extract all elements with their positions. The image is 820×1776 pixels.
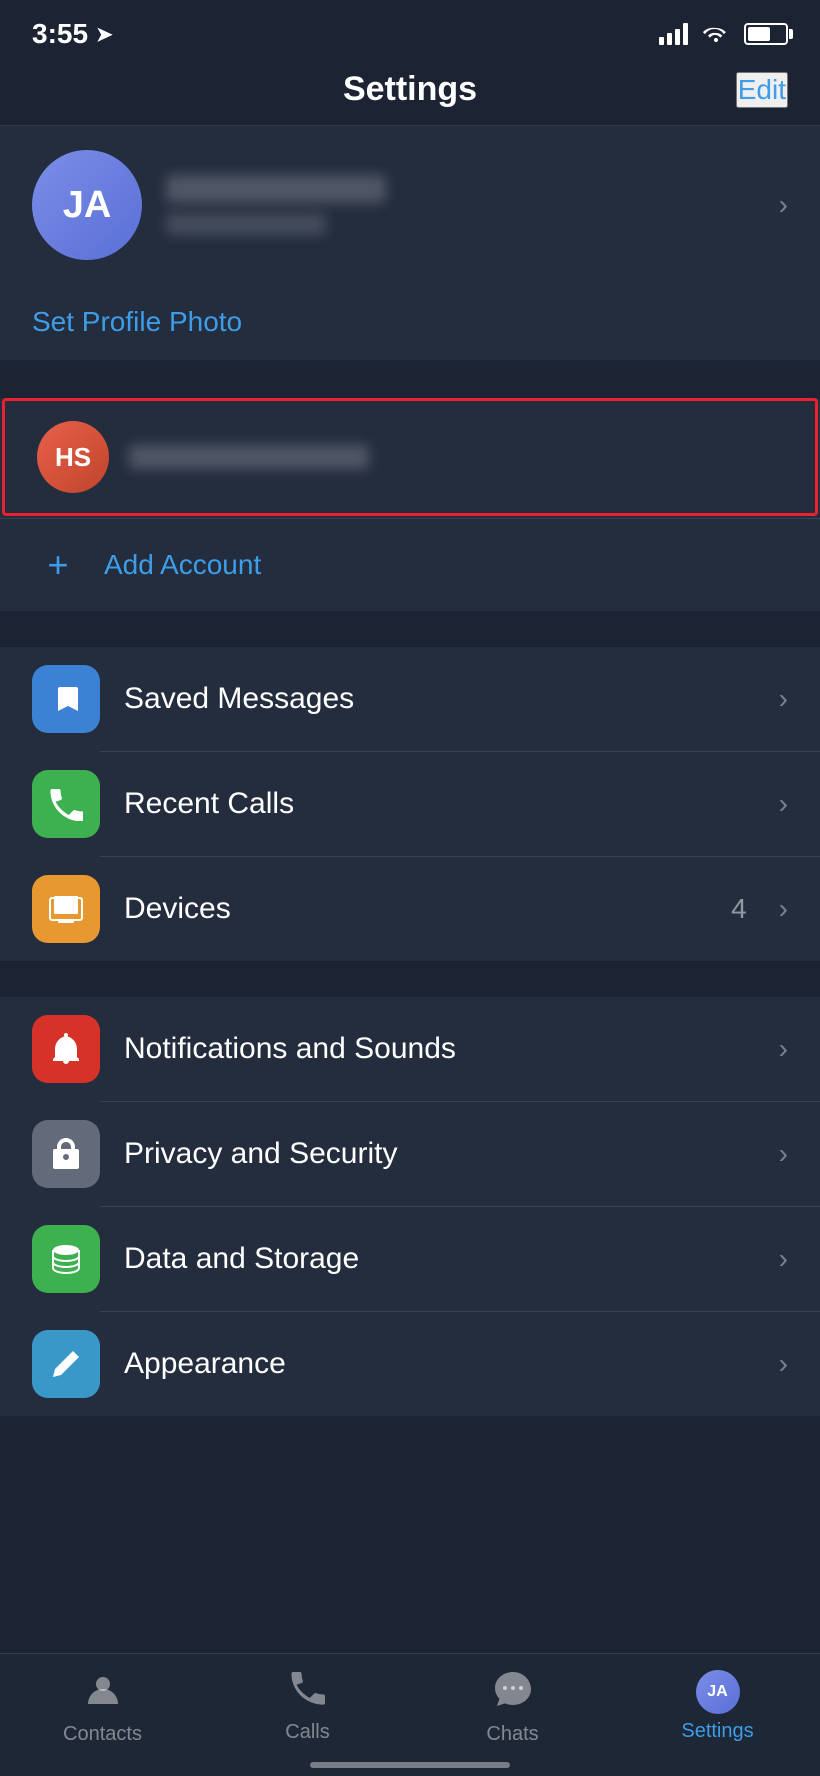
profile-info [166, 175, 755, 235]
menu-item-saved-messages[interactable]: Saved Messages › [0, 647, 820, 751]
chats-tab-icon [493, 1670, 533, 1717]
menu-group-1: Saved Messages › Recent Calls › Devices … [0, 647, 820, 961]
recent-calls-icon [32, 770, 100, 838]
tab-contacts[interactable]: Contacts [0, 1670, 205, 1746]
status-icons [659, 20, 788, 48]
settings-tab-avatar: JA [696, 1670, 740, 1714]
tab-settings[interactable]: JA Settings [615, 1670, 820, 1746]
menu-item-recent-calls[interactable]: Recent Calls › [0, 752, 820, 856]
edit-button[interactable]: Edit [736, 72, 788, 108]
devices-icon [32, 875, 100, 943]
privacy-label: Privacy and Security [124, 1137, 755, 1171]
appearance-icon [32, 1330, 100, 1398]
appearance-label: Appearance [124, 1347, 755, 1381]
chats-tab-label: Chats [486, 1723, 538, 1746]
settings-tab-label: Settings [681, 1720, 753, 1743]
second-account-avatar: HS [37, 421, 109, 493]
nav-bar: Settings Edit [0, 60, 820, 125]
menu-item-notifications[interactable]: Notifications and Sounds › [0, 997, 820, 1101]
contacts-tab-label: Contacts [63, 1723, 142, 1746]
calls-tab-icon [290, 1670, 326, 1715]
add-account-icon: + [32, 539, 84, 591]
tab-bar: Contacts Calls Chats JA Settings [0, 1653, 820, 1776]
home-indicator [310, 1762, 510, 1768]
devices-badge: 4 [731, 893, 747, 925]
profile-phone-blurred [166, 213, 326, 235]
data-storage-label: Data and Storage [124, 1242, 755, 1276]
privacy-icon [32, 1120, 100, 1188]
page-bottom-pad [0, 1416, 820, 1576]
accounts-section: HS + Add Account [0, 398, 820, 611]
menu-group-2: Notifications and Sounds › Privacy and S… [0, 997, 820, 1416]
contacts-tab-icon [84, 1670, 122, 1717]
set-profile-photo-section: Set Profile Photo [0, 284, 820, 360]
battery-icon [744, 23, 788, 45]
second-account-name-blurred [129, 445, 369, 469]
signal-bars [659, 23, 688, 45]
profile-name-blurred [166, 175, 386, 203]
section-gap-1 [0, 360, 820, 396]
menu-item-privacy[interactable]: Privacy and Security › [0, 1102, 820, 1206]
wifi-icon [702, 20, 730, 48]
notifications-label: Notifications and Sounds [124, 1032, 755, 1066]
time-display: 3:55 [32, 18, 88, 50]
calls-tab-label: Calls [285, 1721, 329, 1744]
profile-avatar: JA [32, 150, 142, 260]
add-account-row[interactable]: + Add Account [0, 519, 820, 611]
recent-calls-label: Recent Calls [124, 787, 755, 821]
page-title: Settings [343, 70, 477, 109]
saved-messages-label: Saved Messages [124, 682, 755, 716]
tab-calls[interactable]: Calls [205, 1670, 410, 1746]
profile-section[interactable]: JA › [0, 126, 820, 284]
devices-label: Devices [124, 892, 707, 926]
saved-messages-icon [32, 665, 100, 733]
second-account-row[interactable]: HS [2, 398, 818, 516]
data-storage-icon [32, 1225, 100, 1293]
status-time: 3:55 ➤ [32, 18, 113, 50]
section-gap-2 [0, 611, 820, 647]
tab-chats[interactable]: Chats [410, 1670, 615, 1746]
profile-chevron-icon: › [779, 189, 788, 221]
menu-item-appearance[interactable]: Appearance › [0, 1312, 820, 1416]
menu-item-data[interactable]: Data and Storage › [0, 1207, 820, 1311]
location-icon: ➤ [96, 22, 113, 47]
menu-item-devices[interactable]: Devices 4 › [0, 857, 820, 961]
notifications-icon [32, 1015, 100, 1083]
status-bar: 3:55 ➤ [0, 0, 820, 60]
section-gap-3 [0, 961, 820, 997]
set-profile-photo-button[interactable]: Set Profile Photo [32, 284, 788, 360]
add-account-label: Add Account [104, 549, 261, 581]
